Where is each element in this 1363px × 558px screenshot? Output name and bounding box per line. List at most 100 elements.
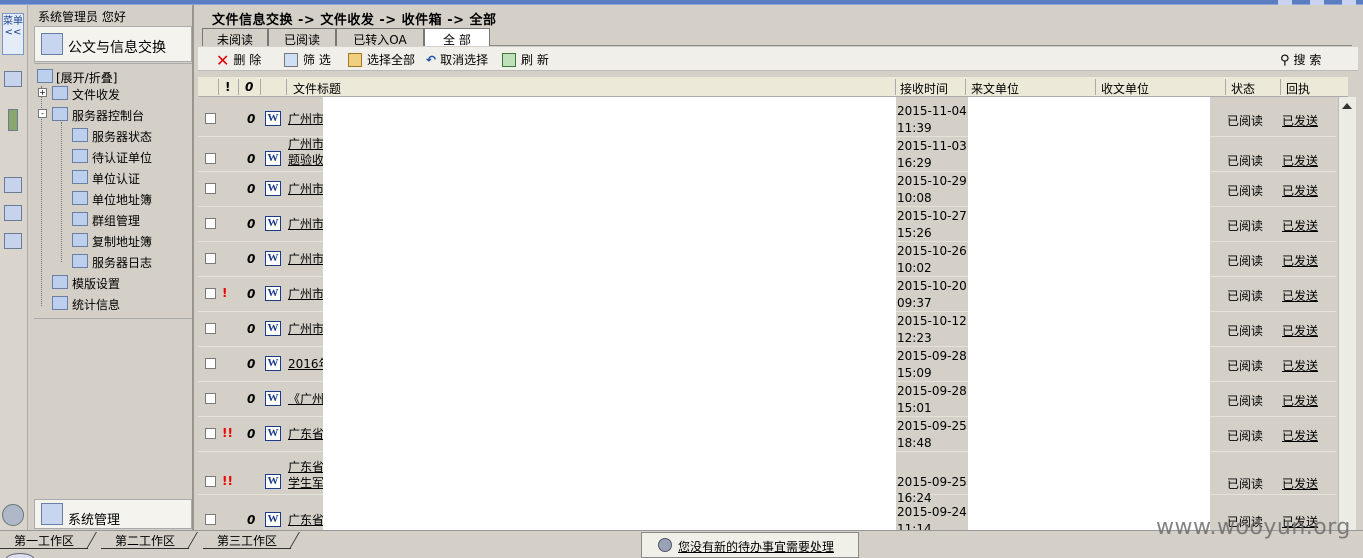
vertical-scrollbar[interactable] xyxy=(1338,97,1356,530)
tree-item-label: 单位认证 xyxy=(92,172,141,186)
tree-item-file-inout[interactable]: + 文件收发 xyxy=(38,86,121,103)
lock-icon[interactable] xyxy=(4,233,22,249)
row-checkbox[interactable] xyxy=(205,514,216,525)
workspace-tab-3[interactable]: 第三工作区 xyxy=(203,532,300,549)
file-title-link-line2[interactable]: 题验收 xyxy=(288,153,324,168)
col-status[interactable]: 状态 xyxy=(1231,80,1255,97)
row-checkbox[interactable] xyxy=(205,153,216,164)
document-icon[interactable] xyxy=(4,177,22,193)
row-checkbox[interactable] xyxy=(205,476,216,487)
phone-icon[interactable] xyxy=(8,109,18,131)
tree-item-label: 文件收发 xyxy=(72,88,121,102)
expand-plus-icon[interactable]: + xyxy=(38,88,47,97)
tree-item-unit-address-book[interactable]: 单位地址簿 xyxy=(72,191,152,208)
file-title-link[interactable]: 《广州 xyxy=(288,392,324,407)
tree-item-copy-address-book[interactable]: 复制地址簿 xyxy=(72,233,153,250)
refresh-button[interactable]: 刷 新 xyxy=(502,51,549,68)
file-title-link[interactable]: 广东省 xyxy=(288,460,324,475)
received-time: 15:01 xyxy=(897,401,932,415)
receipt-link[interactable]: 已发送 xyxy=(1282,217,1318,234)
menu-toggle-button[interactable]: 菜单<< xyxy=(2,13,24,55)
file-title-link[interactable]: 广州市 xyxy=(288,137,324,152)
select-all-button[interactable]: 选择全部 xyxy=(348,51,415,68)
tab-slant xyxy=(86,532,97,549)
file-title-link-line2[interactable]: 学生军 xyxy=(288,476,324,491)
delete-button[interactable]: ✕ 删 除 xyxy=(216,51,261,70)
file-title-link[interactable]: 广州市 xyxy=(288,322,324,337)
book-icon xyxy=(72,233,88,247)
word-doc-icon: W xyxy=(265,286,281,301)
tree-item-server-console[interactable]: - 服务器控制台 xyxy=(38,107,144,124)
file-title-link[interactable]: 广州市 xyxy=(288,252,324,267)
tree-expand-collapse[interactable]: [展开/折叠] xyxy=(37,69,117,86)
collapse-minus-icon[interactable]: - xyxy=(38,109,47,118)
column-divider xyxy=(1280,79,1281,95)
tree-item-server-log[interactable]: 服务器日志 xyxy=(72,254,152,271)
deselect-button[interactable]: ↶ 取消选择 xyxy=(426,51,488,68)
row-checkbox[interactable] xyxy=(205,428,216,439)
col-title[interactable]: 文件标题 xyxy=(293,80,341,97)
scroll-up-arrow-icon[interactable] xyxy=(1342,103,1352,109)
row-checkbox[interactable] xyxy=(205,358,216,369)
tree-item-label: 复制地址簿 xyxy=(92,235,153,249)
receipt-link[interactable]: 已发送 xyxy=(1282,322,1318,339)
receipt-link[interactable]: 已发送 xyxy=(1282,287,1318,304)
workspace-tab-1[interactable]: 第一工作区 xyxy=(0,532,97,549)
file-title-link[interactable]: 广州市 xyxy=(288,112,324,127)
tab-unread[interactable]: 未阅读 xyxy=(202,28,268,47)
file-title-link[interactable]: 广州市 xyxy=(288,182,324,197)
file-title-link[interactable]: 广东省 xyxy=(288,513,324,528)
row-checkbox[interactable] xyxy=(205,218,216,229)
module-button-doc-exchange[interactable]: 公文与信息交换 xyxy=(34,26,192,62)
tree-item-pending-auth[interactable]: 待认证单位 xyxy=(72,149,152,166)
module-label: 系统管理 xyxy=(68,513,121,528)
col-receipt[interactable]: 回执 xyxy=(1286,80,1310,97)
col-received-time[interactable]: 接收时间 xyxy=(900,80,948,97)
file-title-link[interactable]: 广州市 xyxy=(288,287,324,302)
row-checkbox[interactable] xyxy=(205,253,216,264)
settings-gear-icon[interactable] xyxy=(2,504,24,526)
receipt-link[interactable]: 已发送 xyxy=(1282,357,1318,374)
pending-auth-icon xyxy=(72,149,88,163)
search-button[interactable]: ⚲ 搜 索 xyxy=(1280,51,1321,68)
tree-item-statistics[interactable]: 统计信息 xyxy=(52,296,120,313)
filter-button[interactable]: 筛 选 xyxy=(284,51,331,68)
receipt-link[interactable]: 已发送 xyxy=(1282,475,1318,492)
row-checkbox[interactable] xyxy=(205,113,216,124)
workspace-tab-2[interactable]: 第二工作区 xyxy=(101,532,198,549)
receipt-link[interactable]: 已发送 xyxy=(1282,252,1318,269)
col-to-unit[interactable]: 收文单位 xyxy=(1101,80,1149,97)
tab-all[interactable]: 全 部 xyxy=(424,28,490,47)
start-orb-icon[interactable] xyxy=(5,553,35,558)
receipt-link[interactable]: 已发送 xyxy=(1282,152,1318,169)
word-doc-icon: W xyxy=(265,251,281,266)
edit-icon[interactable] xyxy=(4,205,22,221)
receipt-link[interactable]: 已发送 xyxy=(1282,392,1318,409)
window-icon[interactable] xyxy=(4,71,22,87)
receipt-link[interactable]: 已发送 xyxy=(1282,427,1318,444)
file-title-link[interactable]: 广州市 xyxy=(288,217,324,232)
file-title-link[interactable]: 广东省 xyxy=(288,427,324,442)
receipt-link[interactable]: 已发送 xyxy=(1282,112,1318,129)
read-status: 已阅读 xyxy=(1227,289,1264,303)
col-attachment[interactable]: 0 xyxy=(245,80,253,94)
filter-icon xyxy=(284,53,298,67)
tree-item-unit-auth[interactable]: 单位认证 xyxy=(72,170,141,187)
tree-item-server-status[interactable]: 服务器状态 xyxy=(72,128,152,145)
tab-transferred-oa[interactable]: 已转入OA xyxy=(336,28,424,47)
select-all-label: 选择全部 xyxy=(367,53,416,67)
row-checkbox[interactable] xyxy=(205,393,216,404)
tree-item-group-management[interactable]: 群组管理 xyxy=(72,212,140,229)
row-checkbox[interactable] xyxy=(205,288,216,299)
receipt-link[interactable]: 已发送 xyxy=(1282,182,1318,199)
col-importance[interactable]: ! xyxy=(225,80,230,94)
tree-item-template-settings[interactable]: 模版设置 xyxy=(52,275,121,292)
word-doc-icon: W xyxy=(265,512,281,527)
col-from-unit[interactable]: 来文单位 xyxy=(971,80,1019,97)
tab-read[interactable]: 已阅读 xyxy=(268,28,336,47)
row-checkbox[interactable] xyxy=(205,183,216,194)
tree-item-label: 模版设置 xyxy=(72,277,121,291)
todo-notice[interactable]: 您没有新的待办事宜需要处理 xyxy=(641,532,859,558)
module-button-system-management[interactable]: 系统管理 xyxy=(34,499,192,529)
row-checkbox[interactable] xyxy=(205,323,216,334)
